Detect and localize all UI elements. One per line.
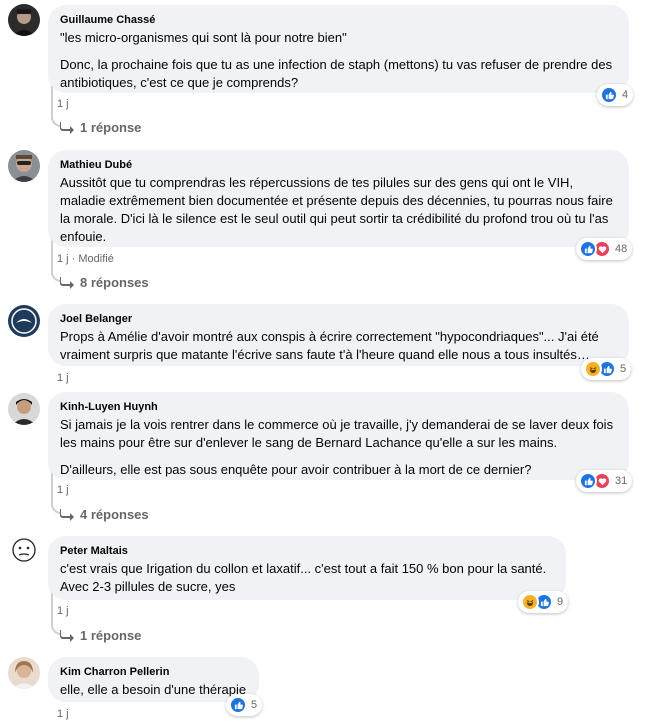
comment-timestamp[interactable]: 1 j [57, 97, 69, 111]
like-icon [579, 240, 597, 258]
reaction-summary[interactable]: 5 [581, 358, 632, 380]
comment-text: Aussitôt que tu comprendras les répercus… [60, 174, 617, 246]
comment-paragraph: D'ailleurs, elle est pas sous enquête po… [60, 462, 532, 477]
comment-author[interactable]: Peter Maltais [60, 544, 554, 558]
reaction-count: 48 [615, 243, 628, 255]
view-replies-button[interactable]: 1 réponse [60, 628, 141, 643]
comment-paragraph: c'est vrais que Irigation du collon et l… [60, 561, 547, 594]
like-icon [229, 696, 247, 714]
comment-text: "les micro-organismes qui sont là pour n… [60, 29, 617, 92]
avatar[interactable] [8, 657, 40, 689]
comment-paragraph: elle, elle a besoin d'une thérapie [60, 682, 247, 697]
comment-text: Props à Amélie d'avoir montré aux conspi… [60, 328, 617, 364]
view-replies-button[interactable]: 8 réponses [60, 275, 149, 290]
reply-arrow-icon [60, 121, 74, 134]
comment-paragraph: "les micro-organismes qui sont là pour n… [60, 30, 347, 45]
comment-paragraph: Aussitôt que tu comprendras les répercus… [60, 175, 613, 244]
comment-paragraph: Props à Amélie d'avoir montré aux conspi… [60, 329, 599, 362]
reply-arrow-icon [60, 276, 74, 289]
comment-bubble: Guillaume Chassé "les micro-organismes q… [48, 5, 629, 93]
avatar[interactable] [8, 305, 40, 337]
reaction-count: 5 [620, 363, 627, 375]
replies-label: 1 réponse [80, 120, 142, 135]
comment-timestamp[interactable]: 1 j · Modifié [57, 252, 114, 266]
comment-text: Si jamais je la vois rentrer dans le com… [60, 416, 617, 479]
comment-timestamp[interactable]: 1 j [57, 371, 69, 385]
reaction-count: 4 [622, 89, 629, 101]
avatar[interactable] [8, 535, 40, 567]
comment-author[interactable]: Guillaume Chassé [60, 13, 617, 27]
reaction-count: 31 [615, 475, 628, 487]
comment-timestamp[interactable]: 1 j [57, 707, 69, 721]
comment-paragraph: Si jamais je la vois rentrer dans le com… [60, 417, 614, 450]
like-icon [579, 472, 597, 490]
comment-bubble: Peter Maltais c'est vrais que Irigation … [48, 536, 566, 600]
like-icon [600, 86, 618, 104]
comment-author[interactable]: Joel Belanger [60, 312, 617, 326]
avatar[interactable] [8, 150, 40, 182]
replies-label: 4 réponses [80, 507, 149, 522]
comment-author[interactable]: Kinh-Luyen Huynh [60, 400, 617, 414]
comment-timestamp[interactable]: 1 j [57, 604, 69, 618]
comment-author[interactable]: Kim Charron Pellerin [60, 665, 247, 679]
reaction-count: 9 [557, 596, 564, 608]
replies-label: 1 réponse [80, 628, 142, 643]
reaction-summary[interactable]: 31 [576, 470, 633, 492]
reply-arrow-icon [60, 508, 74, 521]
haha-icon [521, 593, 539, 611]
reaction-summary[interactable]: 4 [597, 84, 634, 106]
reaction-count: 5 [251, 699, 258, 711]
comment-bubble: Joel Belanger Props à Amélie d'avoir mon… [48, 304, 629, 366]
reaction-summary[interactable]: 48 [576, 238, 633, 260]
view-replies-button[interactable]: 1 réponse [60, 120, 141, 135]
reaction-summary[interactable]: 5 [226, 694, 263, 716]
comment-bubble: Mathieu Dubé Aussitôt que tu comprendras… [48, 150, 629, 247]
comment-text: elle, elle a besoin d'une thérapie [60, 681, 247, 699]
comment-author[interactable]: Mathieu Dubé [60, 158, 617, 172]
replies-label: 8 réponses [80, 275, 149, 290]
avatar[interactable] [8, 4, 40, 36]
haha-icon [584, 360, 602, 378]
comment-bubble: Kinh-Luyen Huynh Si jamais je la vois re… [48, 392, 629, 480]
comment-bubble: Kim Charron Pellerin elle, elle a besoin… [48, 657, 259, 702]
reply-arrow-icon [60, 629, 74, 642]
avatar[interactable] [8, 393, 40, 425]
comment-timestamp[interactable]: 1 j [57, 483, 69, 497]
reaction-summary[interactable]: 9 [518, 591, 569, 613]
comment-text: c'est vrais que Irigation du collon et l… [60, 560, 554, 596]
comment-paragraph: Donc, la prochaine fois que tu as une in… [60, 57, 613, 90]
view-replies-button[interactable]: 4 réponses [60, 507, 149, 522]
